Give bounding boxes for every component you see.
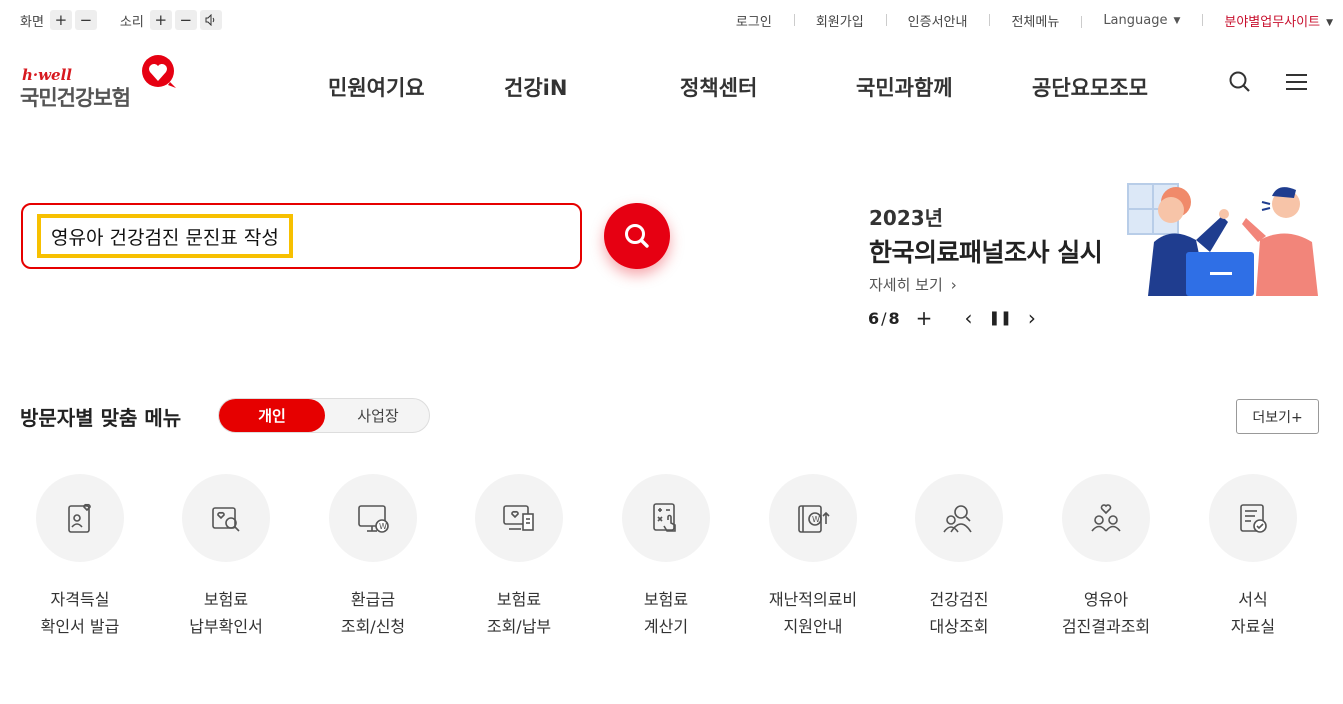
menu-icon-circle: W xyxy=(769,474,857,562)
search-icon[interactable] xyxy=(1228,70,1252,94)
nav-civil-service[interactable]: 민원여기요 xyxy=(328,72,425,102)
slide-total: 8 xyxy=(888,308,900,328)
menu-label: 자격득실 확인서 발급 xyxy=(40,590,120,636)
accessibility-controls: 화면 + − 소리 + − xyxy=(20,10,225,30)
caret-down-icon: ▼ xyxy=(1326,18,1333,28)
next-slide-icon[interactable]: › xyxy=(1028,308,1036,328)
login-link[interactable]: 로그인 xyxy=(714,11,794,30)
banner-pager: 6/8 + ‹ ❚❚ › xyxy=(868,308,1036,328)
monitor-receipt-icon xyxy=(503,505,534,531)
menu-item-infant-checkup-result[interactable]: 영유아 검진결과조회 xyxy=(1036,474,1176,640)
banner-year: 2023년 xyxy=(869,206,944,230)
sound-label: 소리 xyxy=(119,14,144,30)
nav-policy-center[interactable]: 정책센터 xyxy=(680,72,757,102)
menu-label: 서식 자료실 xyxy=(1230,590,1276,636)
field-site-label: 분야별업무사이트 xyxy=(1224,15,1321,30)
banner-title: 한국의료패널조사 실시 xyxy=(869,238,1103,267)
banner-more-label: 자세히 보기 xyxy=(869,276,943,294)
search-icon xyxy=(625,224,649,248)
menu-item-catastrophic-medical[interactable]: W 재난적의료비 지원안내 xyxy=(743,474,883,640)
menu-label: 재난적의료비 지원안내 xyxy=(768,590,858,636)
nav-corporation-info[interactable]: 공단요모조모 xyxy=(1032,72,1148,102)
form-check-icon xyxy=(1240,504,1267,533)
menu-icon-circle xyxy=(475,474,563,562)
menu-label: 영유아 검진결과조회 xyxy=(1061,590,1151,636)
pause-icon[interactable]: ❚❚ xyxy=(988,308,1011,328)
nav-health-in[interactable]: 건강iN xyxy=(504,72,567,102)
menu-label: 건강검진 대상조회 xyxy=(929,590,989,636)
menu-label: 보험료 계산기 xyxy=(643,590,689,636)
visitor-type-toggle: 개인 사업장 xyxy=(218,398,430,433)
volume-down-button[interactable]: − xyxy=(174,10,197,30)
certificate-guide-link[interactable]: 인증서안내 xyxy=(885,11,990,30)
search-button[interactable] xyxy=(604,203,670,269)
menu-icon-circle xyxy=(622,474,710,562)
menu-item-qualification[interactable]: 자격득실 확인서 발급 xyxy=(10,474,150,640)
menu-item-refund[interactable]: W 환급금 조회/신청 xyxy=(303,474,443,640)
calculator-hand-icon xyxy=(653,503,676,532)
zoom-out-button[interactable]: − xyxy=(74,10,97,30)
people-search-icon xyxy=(943,505,972,533)
hamburger-menu-icon[interactable] xyxy=(1286,73,1308,91)
menu-icon-circle xyxy=(1062,474,1150,562)
document-search-icon xyxy=(212,507,240,532)
tab-business[interactable]: 사업장 xyxy=(325,399,431,432)
top-links: 로그인 회원가입 인증서안내 전체메뉴 Language ▼ 분야별업무사이트 ▼ xyxy=(714,11,1343,30)
menu-icon-circle xyxy=(915,474,1003,562)
banner-illustration xyxy=(1127,183,1318,296)
chevron-right-icon: › xyxy=(950,276,957,294)
menu-item-premium-inquiry[interactable]: 보험료 조회/납부 xyxy=(449,474,589,640)
main-navigation: 민원여기요 건강iN 정책센터 국민과함께 공단요모조모 xyxy=(0,72,1343,102)
nav-with-people[interactable]: 국민과함께 xyxy=(856,72,953,102)
signup-link[interactable]: 회원가입 xyxy=(793,11,886,30)
menu-item-calculator[interactable]: 보험료 계산기 xyxy=(596,474,736,640)
menu-icon-circle xyxy=(1209,474,1297,562)
more-button[interactable]: 더보기+ xyxy=(1236,399,1319,434)
menu-icon-circle xyxy=(182,474,270,562)
menu-icon-circle: W xyxy=(329,474,417,562)
speaker-icon[interactable] xyxy=(199,10,222,30)
prev-slide-icon[interactable]: ‹ xyxy=(964,308,972,328)
slide-current: 6 xyxy=(868,308,880,328)
menu-item-form-library[interactable]: 서식 자료실 xyxy=(1183,474,1323,640)
monitor-won-icon: W xyxy=(358,505,389,533)
field-site-select[interactable]: 분야별업무사이트 ▼ xyxy=(1202,11,1343,30)
tab-personal[interactable]: 개인 xyxy=(219,399,325,432)
language-label: Language xyxy=(1103,13,1168,28)
id-card-heart-icon xyxy=(68,503,91,533)
volume-up-button[interactable]: + xyxy=(149,10,172,30)
slide-counter: 6/8 xyxy=(868,308,900,328)
language-select[interactable]: Language ▼ xyxy=(1081,13,1202,28)
svg-text:W: W xyxy=(379,522,387,531)
all-menu-link[interactable]: 전체메뉴 xyxy=(989,11,1081,30)
menu-icon-circle xyxy=(36,474,124,562)
zoom-in-button[interactable]: + xyxy=(49,10,72,30)
caret-down-icon: ▼ xyxy=(1173,16,1181,26)
visitor-menu-title: 방문자별 맞춤 메뉴 xyxy=(20,406,182,430)
svg-text:W: W xyxy=(812,515,820,524)
utility-bar: 화면 + − 소리 + − 로그인 회원가입 인증서안내 전체메뉴 Langua… xyxy=(0,0,1343,40)
screen-size-label: 화면 xyxy=(20,14,44,30)
banner-more-link[interactable]: 자세히 보기 › xyxy=(869,274,957,295)
menu-item-checkup-target[interactable]: 건강검진 대상조회 xyxy=(889,474,1029,640)
book-won-icon: W xyxy=(798,505,830,533)
menu-label: 보험료 납부확인서 xyxy=(189,590,263,636)
menu-item-payment-confirmation[interactable]: 보험료 납부확인서 xyxy=(156,474,296,640)
family-heart-icon xyxy=(1091,504,1121,532)
plus-icon[interactable]: + xyxy=(916,308,933,328)
search-box[interactable]: 영유아 건강검진 문진표 작성 xyxy=(21,203,582,269)
menu-label: 환급금 조회/신청 xyxy=(340,590,406,636)
menu-label: 보험료 조회/납부 xyxy=(486,590,552,636)
search-input[interactable]: 영유아 건강검진 문진표 작성 xyxy=(37,214,293,258)
